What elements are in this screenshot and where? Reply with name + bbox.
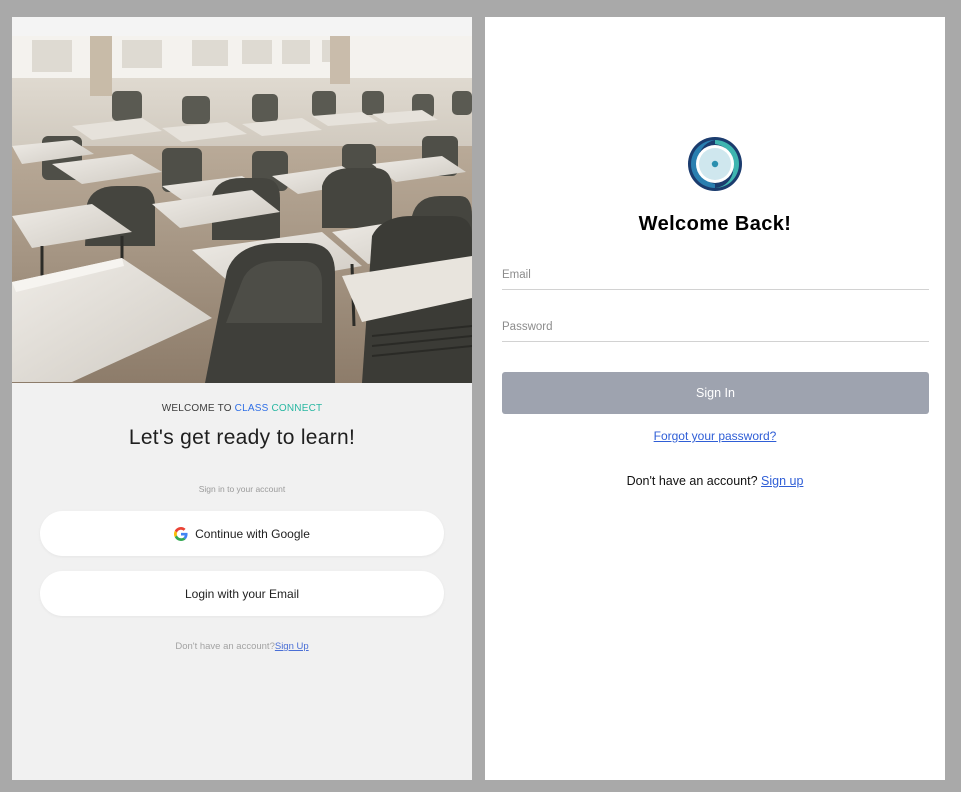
forgot-password-row: Forgot your password? [485, 429, 945, 443]
login-with-email-button[interactable]: Login with your Email [40, 571, 444, 616]
forgot-password-link[interactable]: Forgot your password? [654, 429, 777, 443]
brand-connect-word: CONNECT [271, 403, 323, 414]
welcome-prefix: WELCOME TO [161, 403, 232, 414]
right-signin-panel: Welcome Back! Sign In Forgot your passwo… [485, 17, 945, 780]
password-field-wrapper [502, 313, 929, 342]
google-icon [174, 526, 188, 541]
left-signup-link[interactable]: Sign Up [275, 641, 309, 652]
continue-with-google-button[interactable]: Continue with Google [40, 511, 444, 556]
left-subtitle: Sign in to your account [198, 484, 286, 494]
right-signup-link[interactable]: Sign up [761, 474, 803, 488]
left-signup-text: Don't have an account? [175, 641, 275, 652]
left-signin-panel: WELCOME TO CLASS CONNECT Let's get ready… [12, 17, 472, 780]
right-signup-text: Don't have an account? [626, 474, 758, 488]
email-button-label: Login with your Email [184, 586, 300, 601]
left-page-title: Let's get ready to learn! [128, 426, 356, 449]
class-connect-logo [688, 137, 742, 191]
google-button-label: Continue with Google [195, 526, 310, 541]
classroom-hero-image [12, 36, 472, 383]
password-input[interactable] [502, 313, 929, 341]
email-field-wrapper [502, 261, 929, 290]
brand-class-word: CLASS [234, 403, 269, 414]
email-input[interactable] [502, 261, 929, 289]
top-strip [12, 17, 472, 36]
welcome-back-title: Welcome Back! [638, 213, 792, 235]
right-signup-prompt: Don't have an account? Sign up [485, 474, 945, 488]
left-signup-prompt: Don't have an account?Sign Up [12, 641, 472, 652]
sign-in-button[interactable]: Sign In [502, 372, 929, 414]
welcome-tagline: WELCOME TO CLASS CONNECT [12, 403, 472, 414]
